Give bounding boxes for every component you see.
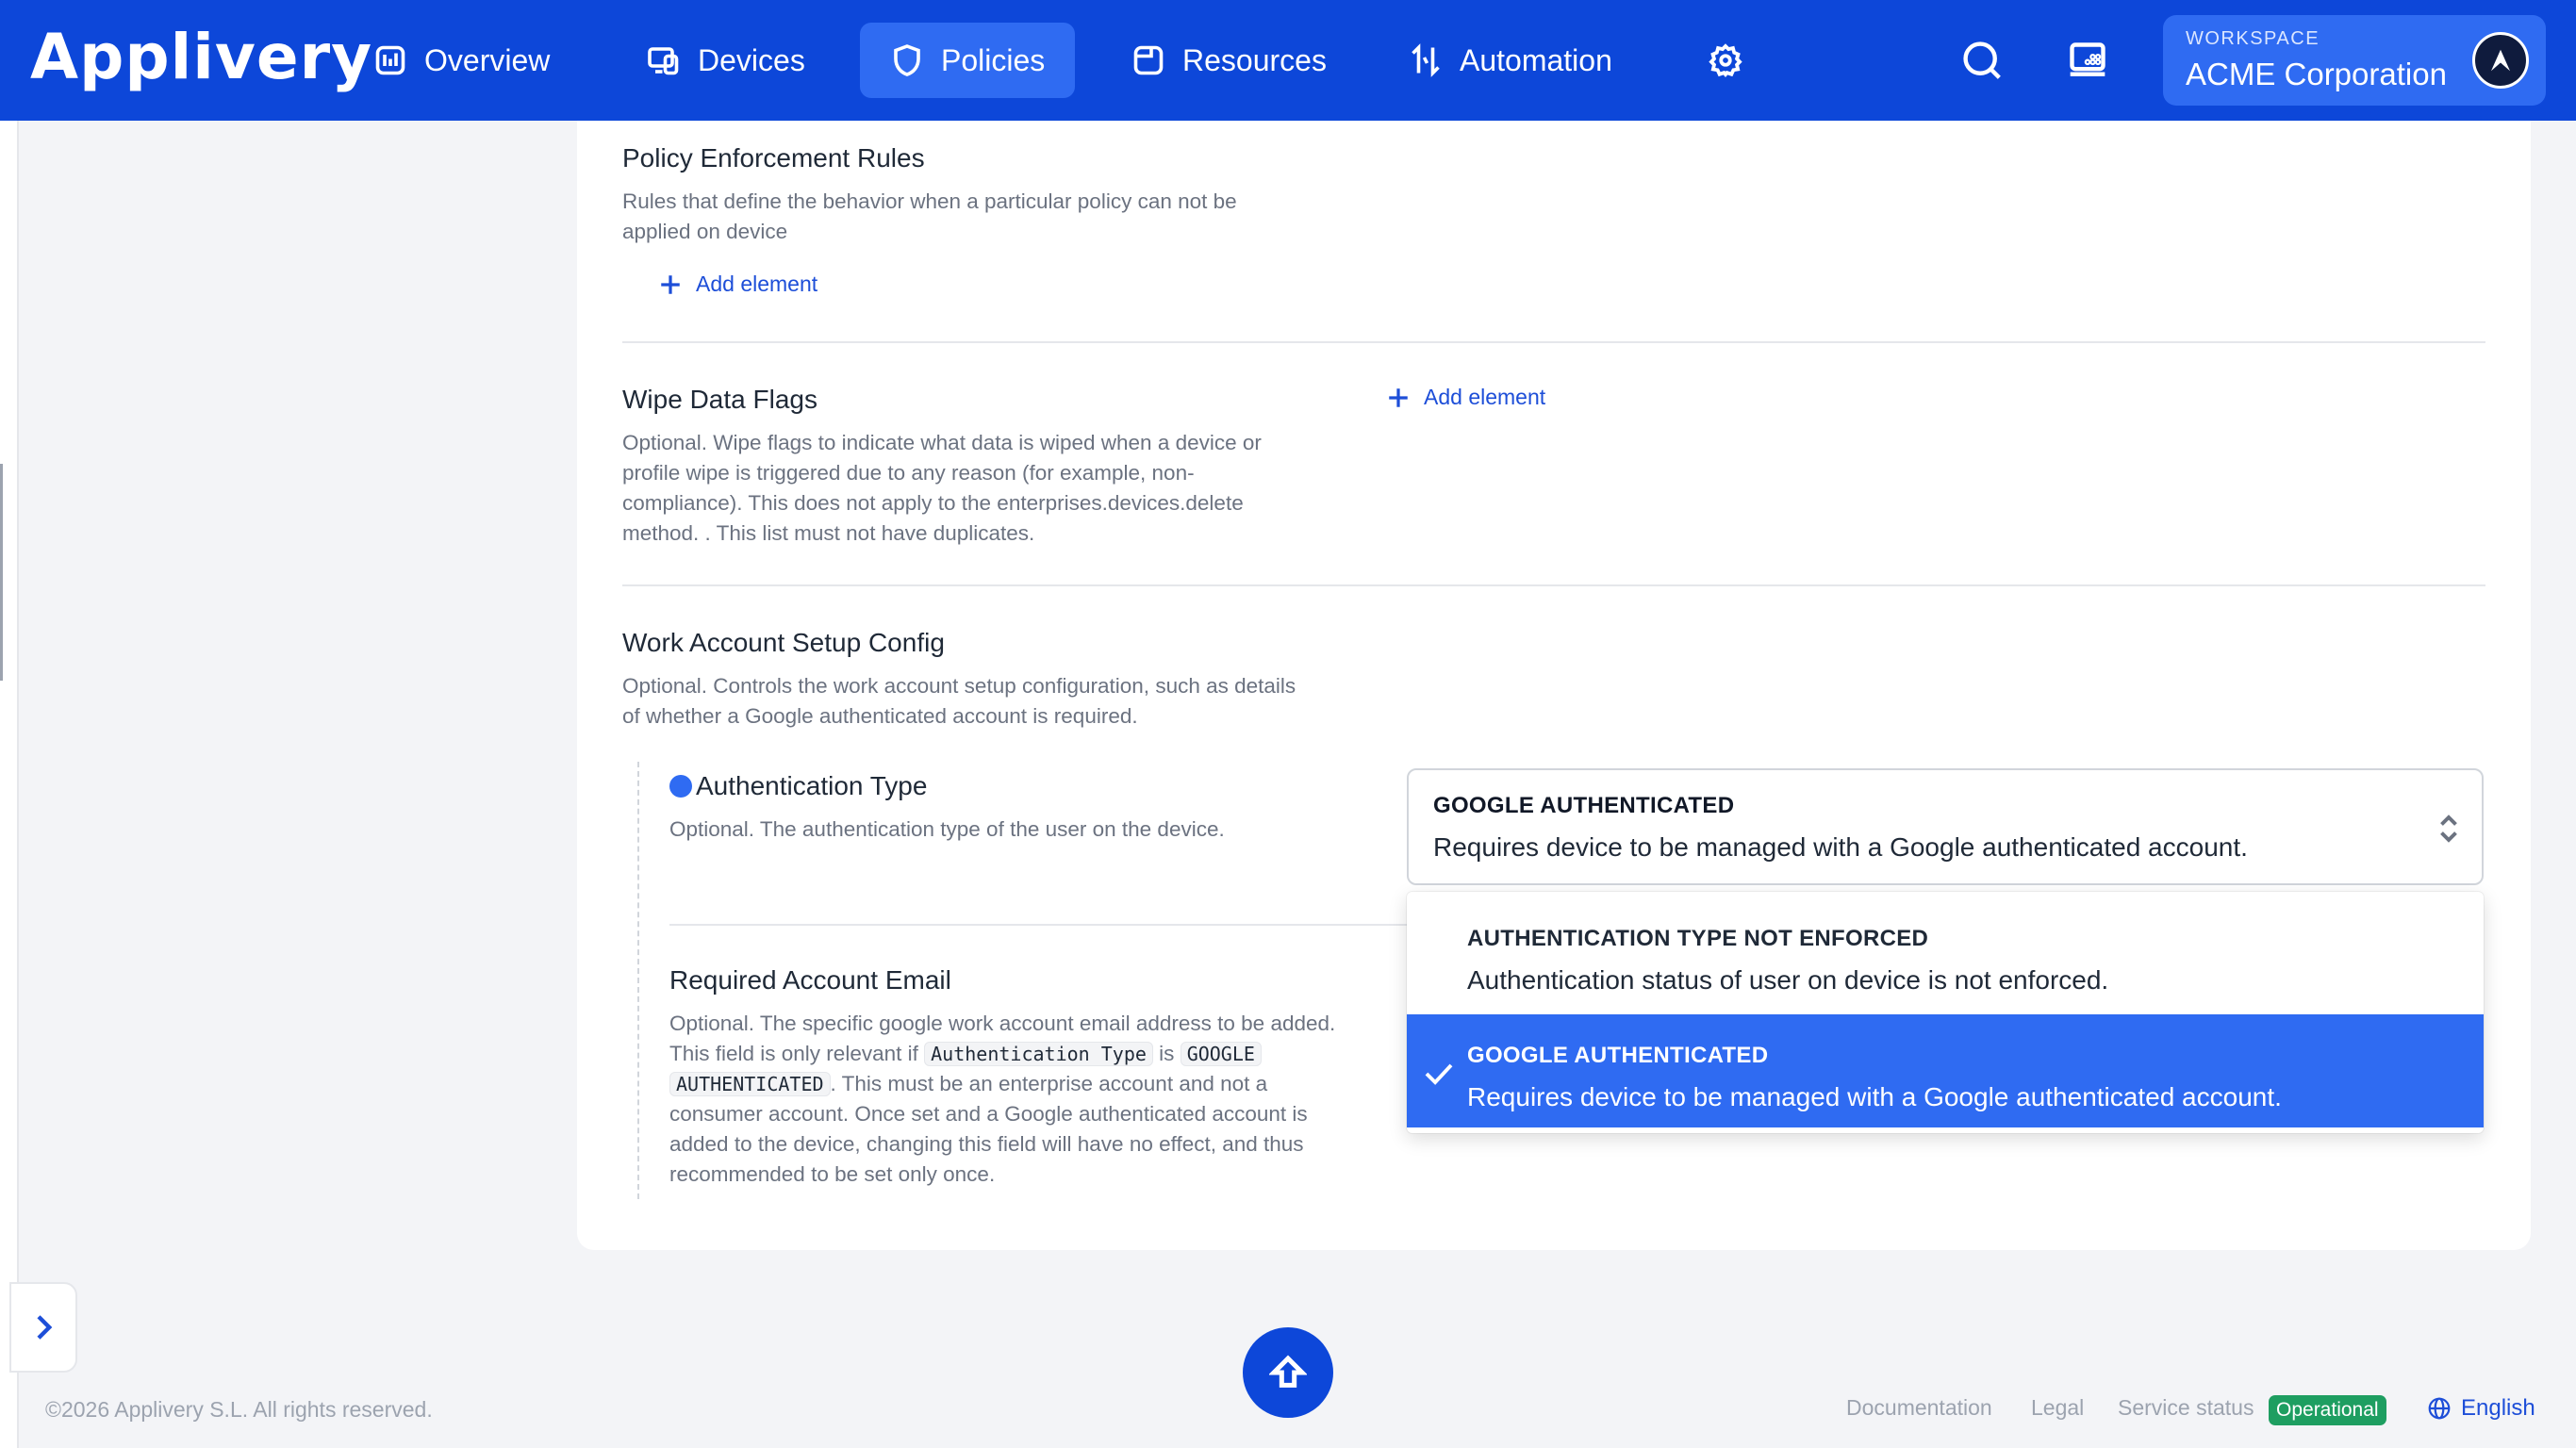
service-status-link[interactable]: Service status <box>2118 1395 2254 1421</box>
work-account-desc-line-2: of whether a Google authenticated accoun… <box>622 704 1138 728</box>
nav-policies[interactable]: Policies <box>860 23 1076 98</box>
documentation-link[interactable]: Documentation <box>1846 1395 1992 1421</box>
chevron-right-icon <box>37 1315 53 1340</box>
enforcement-add-element-button[interactable]: Add element <box>658 272 817 297</box>
apps-button[interactable] <box>2059 32 2116 89</box>
status-badge: Operational <box>2269 1395 2386 1425</box>
required-email-desc-line-6: recommended to be set only once. <box>669 1162 996 1186</box>
nav-overview-label: Overview <box>424 42 551 77</box>
auth-type-desc: Optional. The authentication type of the… <box>669 817 1225 841</box>
settings-button[interactable] <box>1697 32 1754 89</box>
required-field-dot <box>669 775 692 798</box>
terminal-grid-icon <box>2070 42 2105 76</box>
authentication-type-dropdown: AUTHENTICATION TYPE NOT ENFORCED Authent… <box>1407 892 2484 1133</box>
arrow-up-icon <box>1269 1355 1307 1388</box>
wipe-desc-line-4: method. . This list must not have duplic… <box>622 521 1035 545</box>
nav-automation[interactable]: Automation <box>1379 23 1643 98</box>
workspace-switcher[interactable]: WORKSPACE ACME Corporation <box>2163 15 2546 106</box>
legal-link[interactable]: Legal <box>2031 1395 2084 1421</box>
nested-group-guide <box>637 762 639 1199</box>
inline-code: Authentication Type <box>924 1042 1153 1066</box>
desc-text: This field is only relevant if <box>669 1042 918 1065</box>
section-divider <box>622 341 2485 343</box>
section-divider <box>622 584 2485 586</box>
nav-overview[interactable]: Overview <box>343 23 580 98</box>
nav-resources-label: Resources <box>1182 42 1327 77</box>
required-email-desc-line-3: AUTHENTICATED. This must be an enterpris… <box>669 1069 1414 1099</box>
collapsed-sidebar <box>0 121 19 1448</box>
option-desc: Authentication status of user on device … <box>1467 965 2109 995</box>
workspace-logo-icon <box>2491 49 2510 72</box>
required-email-desc-line-1: Optional. The specific google work accou… <box>669 1012 1336 1035</box>
chevron-up-down-icon <box>2440 814 2457 843</box>
automation-icon <box>1412 43 1440 77</box>
desc-text: . This must be an enterprise account and… <box>830 1072 1268 1095</box>
inline-code: AUTHENTICATED <box>669 1072 831 1096</box>
plus-icon <box>1389 387 1408 407</box>
plus-icon <box>661 274 680 294</box>
work-account-desc-line-1: Optional. Controls the work account setu… <box>622 674 1296 698</box>
enforcement-add-element-label: Add element <box>696 272 818 296</box>
expand-sidebar-button[interactable] <box>9 1282 77 1373</box>
check-icon <box>1424 1061 1454 1091</box>
nav-resources[interactable]: Resources <box>1101 23 1357 98</box>
bar-chart-icon <box>375 45 405 75</box>
required-email-desc-line-2: This field is only relevant if Authentic… <box>669 1039 1414 1069</box>
field-divider <box>669 924 1407 926</box>
auth-type-title: Authentication Type <box>696 771 928 800</box>
option-desc: Requires device to be managed with a Goo… <box>1467 1082 2282 1111</box>
enforcement-desc-line-1: Rules that define the behavior when a pa… <box>622 189 1237 213</box>
required-email-title: Required Account Email <box>669 965 951 995</box>
wipe-flags-desc: Optional. Wipe flags to indicate what da… <box>622 428 1262 549</box>
inline-code: GOOGLE <box>1180 1042 1262 1066</box>
option-google-authenticated[interactable]: GOOGLE AUTHENTICATED Requires device to … <box>1407 1014 2484 1127</box>
select-value-desc: Requires device to be managed with a Goo… <box>1433 832 2248 862</box>
workspace-name: ACME Corporation <box>2186 57 2447 91</box>
work-account-title: Work Account Setup Config <box>622 628 945 657</box>
option-title: GOOGLE AUTHENTICATED <box>1467 1043 1769 1068</box>
copyright-text: ©2026 Applivery S.L. All rights reserved… <box>45 1397 433 1422</box>
select-toggle[interactable] <box>2436 812 2461 850</box>
language-label: English <box>2461 1395 2535 1421</box>
folder-icon <box>1133 45 1164 75</box>
wipe-desc-line-2: profile wipe is triggered due to any rea… <box>622 461 1195 485</box>
required-email-desc: Optional. The specific google work accou… <box>669 1009 1414 1190</box>
work-account-desc: Optional. Controls the work account setu… <box>622 671 1296 732</box>
required-email-desc-line-4: consumer account. Once set and a Google … <box>669 1102 1308 1126</box>
authentication-type-select[interactable]: GOOGLE AUTHENTICATED Requires device to … <box>1407 768 2484 885</box>
wipe-desc-line-1: Optional. Wipe flags to indicate what da… <box>622 431 1262 454</box>
devices-icon <box>648 47 679 75</box>
option-title: AUTHENTICATION TYPE NOT ENFORCED <box>1467 926 1929 951</box>
scroll-to-top-button[interactable] <box>1243 1327 1333 1418</box>
workspace-avatar[interactable] <box>2472 32 2529 89</box>
search-icon <box>1963 41 2001 79</box>
wipe-add-element-label: Add element <box>1424 385 1546 409</box>
select-value-title: GOOGLE AUTHENTICATED <box>1433 793 1735 818</box>
enforcement-rules-desc: Rules that define the behavior when a pa… <box>622 187 1237 247</box>
globe-icon <box>2428 1397 2451 1420</box>
enforcement-rules-title: Policy Enforcement Rules <box>622 143 925 173</box>
applivery-logo[interactable]: Applivery <box>30 21 372 93</box>
top-navigation: Applivery Overview Devices Policies Reso… <box>0 0 2576 121</box>
sidebar-marker <box>0 464 3 681</box>
required-email-desc-line-5: added to the device, changing this field… <box>669 1132 1304 1156</box>
shield-icon <box>894 44 920 76</box>
wipe-flags-title: Wipe Data Flags <box>622 385 817 414</box>
language-selector[interactable]: English <box>2427 1395 2535 1422</box>
gear-icon <box>1709 43 1742 78</box>
option-not-enforced[interactable]: AUTHENTICATION TYPE NOT ENFORCED Authent… <box>1407 897 2484 1011</box>
nav-devices[interactable]: Devices <box>617 23 835 98</box>
nav-devices-label: Devices <box>698 42 805 77</box>
workspace-label: WORKSPACE <box>2186 28 2320 49</box>
wipe-add-element-button[interactable]: Add element <box>1386 385 1545 410</box>
nav-policies-label: Policies <box>941 42 1046 77</box>
search-button[interactable] <box>1954 32 2010 89</box>
desc-text: is <box>1159 1042 1175 1065</box>
wipe-desc-line-3: compliance). This does not apply to the … <box>622 491 1244 515</box>
nav-automation-label: Automation <box>1460 42 1612 77</box>
enforcement-desc-line-2: applied on device <box>622 220 788 243</box>
